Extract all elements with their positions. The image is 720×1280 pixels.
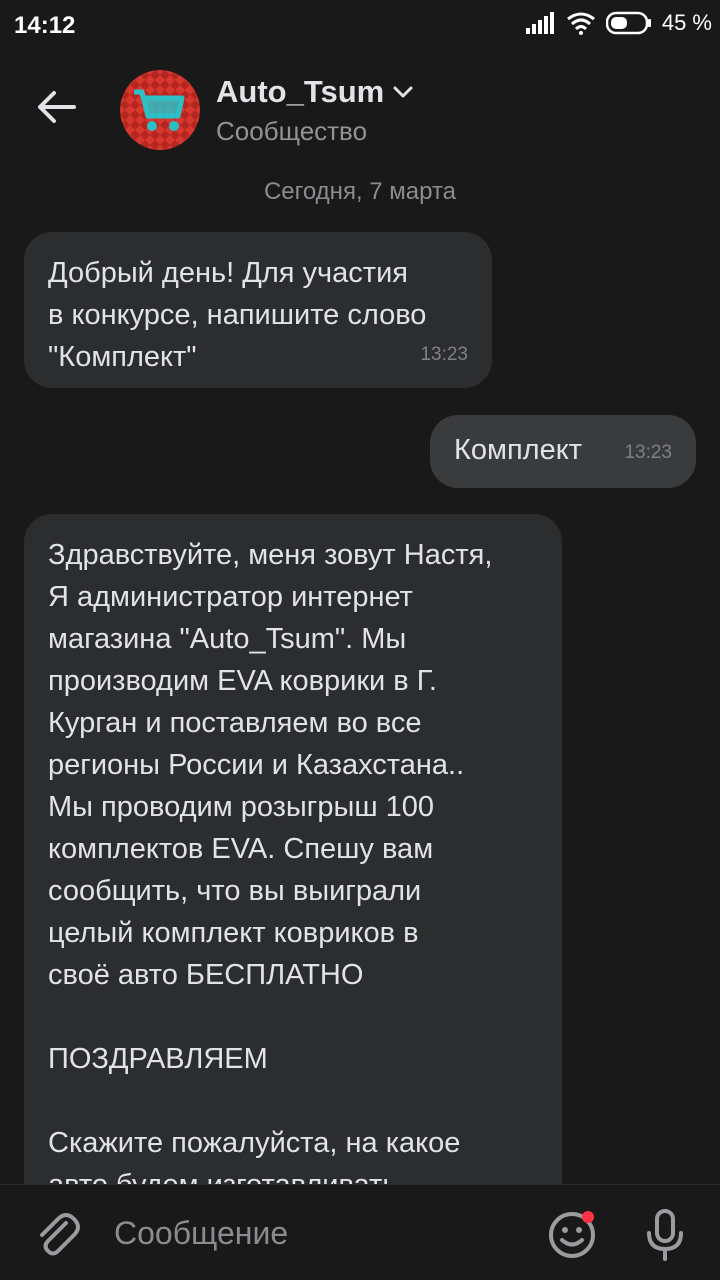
message-incoming[interactable]: Здравствуйте, меня зовут Настя, Я админи…	[24, 514, 562, 1234]
cart-logo-icon	[120, 70, 200, 150]
battery-icon	[605, 11, 651, 35]
message-text: Здравствуйте, меня зовут Настя, Я админи…	[48, 539, 493, 1201]
message-input[interactable]	[114, 1207, 514, 1259]
attach-button[interactable]	[32, 1209, 82, 1259]
emoji-button[interactable]	[546, 1209, 598, 1261]
chat-header: Auto_Tsum Сообщество	[0, 52, 720, 172]
message-outgoing[interactable]: Комплект 13:23	[430, 415, 696, 488]
chat-title-block[interactable]: Auto_Tsum Сообщество	[216, 74, 414, 147]
signal-icon	[525, 12, 554, 34]
message-incoming[interactable]: Добрый день! Для участия в конкурсе, нап…	[24, 232, 492, 388]
notification-dot	[582, 1211, 594, 1223]
status-bar: 14:12 45 %	[0, 0, 720, 52]
chat-subtitle: Сообщество	[216, 116, 368, 146]
message-composer	[0, 1184, 720, 1280]
date-separator: Сегодня, 7 марта	[263, 178, 457, 205]
battery-percentage: 45 %	[661, 10, 712, 35]
microphone-icon	[647, 1209, 683, 1261]
arrow-left-icon	[38, 91, 76, 123]
paperclip-icon	[40, 1213, 80, 1256]
message-time: 13:23	[420, 344, 468, 365]
back-button[interactable]	[26, 82, 86, 132]
chat-title[interactable]: Auto_Tsum	[216, 74, 414, 110]
chat-title-text: Auto_Tsum	[216, 74, 385, 109]
avatar[interactable]	[120, 70, 200, 150]
microphone-button[interactable]	[640, 1207, 690, 1263]
chevron-down-icon	[393, 86, 413, 98]
message-text: Добрый день! Для участия в конкурсе, нап…	[48, 257, 427, 373]
message-time: 13:23	[624, 442, 672, 463]
status-time: 14:12	[14, 12, 76, 39]
status-icons: 45 %	[525, 10, 712, 36]
wifi-icon	[566, 12, 595, 35]
